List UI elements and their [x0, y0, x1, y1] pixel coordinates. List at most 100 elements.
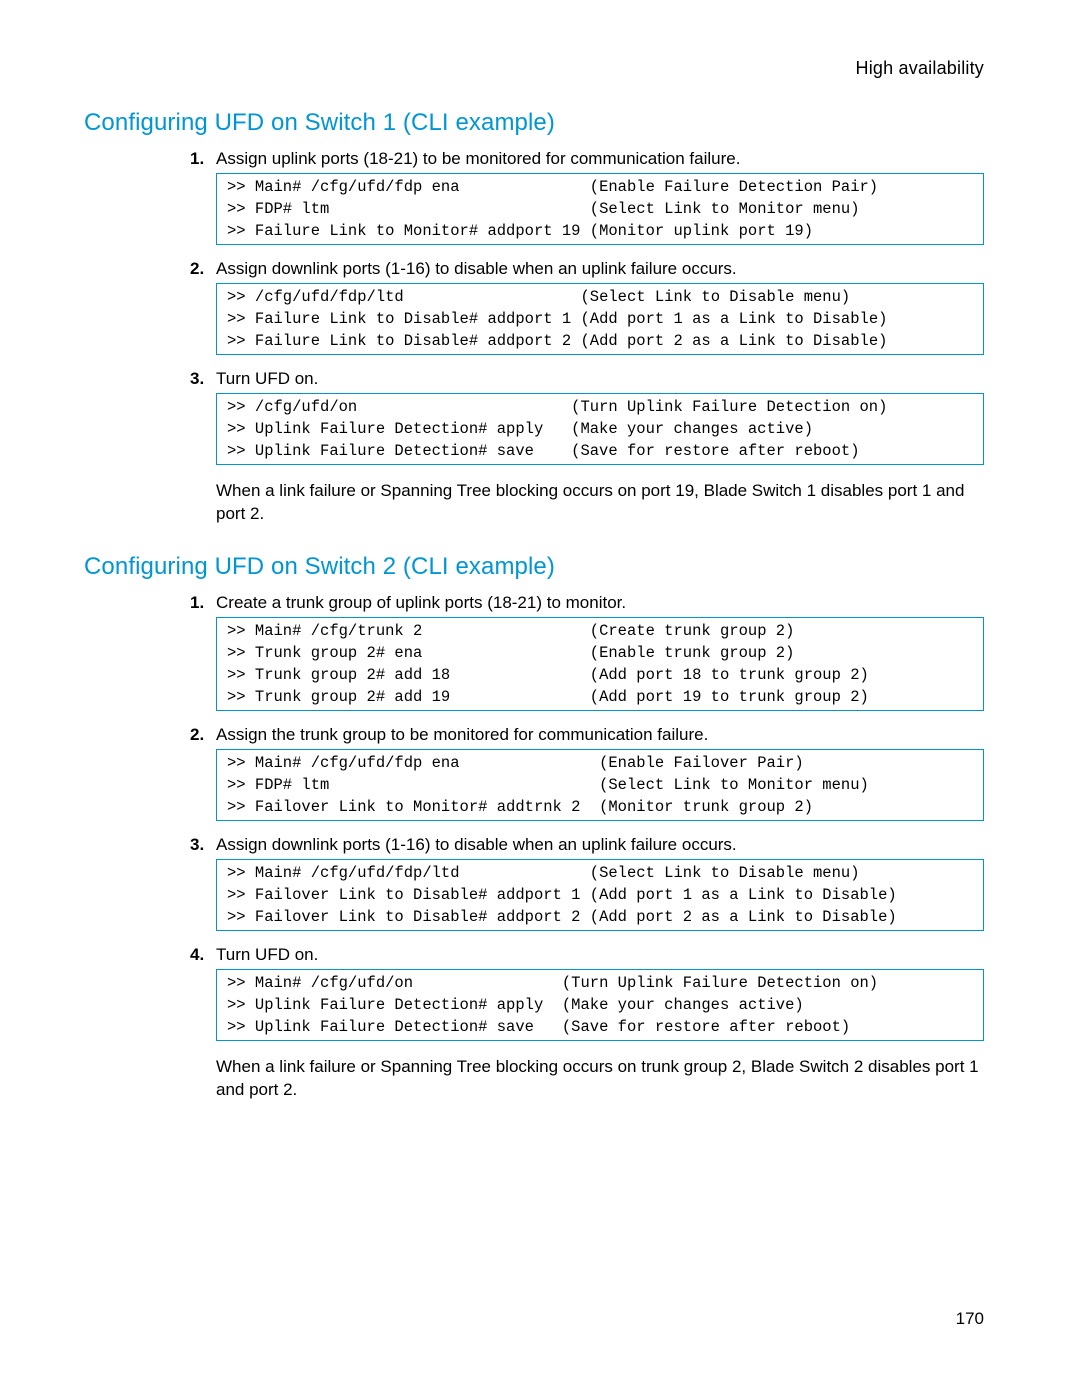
- code-block: >> /cfg/ufd/fdp/ltd (Select Link to Disa…: [216, 283, 984, 355]
- code-row: >> Main# /cfg/ufd/on (Turn Uplink Failur…: [227, 972, 973, 994]
- code-cmd: >> Main# /cfg/trunk 2: [227, 620, 590, 642]
- code-row: >> Failure Link to Disable# addport 1 (A…: [227, 308, 973, 330]
- code-row: >> Failure Link to Monitor# addport 19 (…: [227, 220, 973, 242]
- code-desc: (Enable Failover Pair): [599, 752, 804, 774]
- code-desc: (Turn Uplink Failure Detection on): [562, 972, 878, 994]
- step-number: 1.: [190, 149, 216, 169]
- code-block: >> Main# /cfg/trunk 2 (Create trunk grou…: [216, 617, 984, 711]
- code-row: >> Failure Link to Disable# addport 2 (A…: [227, 330, 973, 352]
- code-desc: (Select Link to Disable menu): [580, 286, 850, 308]
- step-3: 3. Turn UFD on.: [190, 369, 984, 389]
- section2-title: Configuring UFD on Switch 2 (CLI example…: [84, 553, 984, 581]
- code-desc: (Select Link to Monitor menu): [599, 774, 869, 796]
- code-cmd: >> Trunk group 2# add 18: [227, 664, 590, 686]
- code-desc: (Add port 1 as a Link to Disable): [580, 308, 887, 330]
- code-cmd: >> Failover Link to Monitor# addtrnk 2: [227, 796, 599, 818]
- code-cmd: >> Trunk group 2# add 19: [227, 686, 590, 708]
- step-3: 3. Assign downlink ports (1-16) to disab…: [190, 835, 984, 855]
- code-desc: (Add port 18 to trunk group 2): [590, 664, 869, 686]
- step-2: 2. Assign downlink ports (1-16) to disab…: [190, 259, 984, 279]
- code-cmd: >> Failure Link to Monitor# addport 19: [227, 220, 590, 242]
- code-cmd: >> Main# /cfg/ufd/fdp/ltd: [227, 862, 590, 884]
- step-text: Assign downlink ports (1-16) to disable …: [216, 259, 984, 279]
- code-row: >> /cfg/ufd/on (Turn Uplink Failure Dete…: [227, 396, 973, 418]
- step-number: 2.: [190, 725, 216, 745]
- page: High availability Configuring UFD on Swi…: [0, 0, 1080, 1397]
- code-cmd: >> /cfg/ufd/fdp/ltd: [227, 286, 580, 308]
- step-1: 1. Create a trunk group of uplink ports …: [190, 593, 984, 613]
- code-desc: (Monitor uplink port 19): [590, 220, 813, 242]
- code-row: >> Main# /cfg/ufd/fdp/ltd (Select Link t…: [227, 862, 973, 884]
- code-cmd: >> Failover Link to Disable# addport 2: [227, 906, 590, 928]
- code-desc: (Select Link to Disable menu): [590, 862, 860, 884]
- code-row: >> /cfg/ufd/fdp/ltd (Select Link to Disa…: [227, 286, 973, 308]
- code-row: >> Main# /cfg/ufd/fdp ena (Enable Failov…: [227, 752, 973, 774]
- code-row: >> Failover Link to Disable# addport 2 (…: [227, 906, 973, 928]
- step-number: 2.: [190, 259, 216, 279]
- code-cmd: >> FDP# ltm: [227, 774, 599, 796]
- code-cmd: >> Main# /cfg/ufd/on: [227, 972, 562, 994]
- code-cmd: >> Uplink Failure Detection# apply: [227, 994, 562, 1016]
- code-row: >> FDP# ltm (Select Link to Monitor menu…: [227, 774, 973, 796]
- code-desc: (Add port 1 as a Link to Disable): [590, 884, 897, 906]
- step-text: Assign the trunk group to be monitored f…: [216, 725, 984, 745]
- step-1: 1. Assign uplink ports (18-21) to be mon…: [190, 149, 984, 169]
- code-row: >> Main# /cfg/ufd/fdp ena (Enable Failur…: [227, 176, 973, 198]
- step-text: Turn UFD on.: [216, 369, 984, 389]
- section1-title: Configuring UFD on Switch 1 (CLI example…: [84, 109, 984, 137]
- code-block: >> Main# /cfg/ufd/fdp/ltd (Select Link t…: [216, 859, 984, 931]
- code-desc: (Add port 2 as a Link to Disable): [590, 906, 897, 928]
- step-2: 2. Assign the trunk group to be monitore…: [190, 725, 984, 745]
- paragraph: When a link failure or Spanning Tree blo…: [216, 1055, 984, 1101]
- code-row: >> Failover Link to Disable# addport 1 (…: [227, 884, 973, 906]
- code-block: >> Main# /cfg/ufd/fdp ena (Enable Failov…: [216, 749, 984, 821]
- code-cmd: >> /cfg/ufd/on: [227, 396, 571, 418]
- code-desc: (Monitor trunk group 2): [599, 796, 813, 818]
- code-cmd: >> Uplink Failure Detection# apply: [227, 418, 571, 440]
- code-desc: (Select Link to Monitor menu): [590, 198, 860, 220]
- step-number: 3.: [190, 369, 216, 389]
- code-desc: (Make your changes active): [562, 994, 804, 1016]
- code-row: >> Main# /cfg/trunk 2 (Create trunk grou…: [227, 620, 973, 642]
- step-text: Assign uplink ports (18-21) to be monito…: [216, 149, 984, 169]
- code-block: >> Main# /cfg/ufd/on (Turn Uplink Failur…: [216, 969, 984, 1041]
- code-row: >> FDP# ltm (Select Link to Monitor menu…: [227, 198, 973, 220]
- step-number: 4.: [190, 945, 216, 965]
- code-row: >> Trunk group 2# ena (Enable trunk grou…: [227, 642, 973, 664]
- step-4: 4. Turn UFD on.: [190, 945, 984, 965]
- code-desc: (Save for restore after reboot): [562, 1016, 850, 1038]
- step-number: 3.: [190, 835, 216, 855]
- code-row: >> Failover Link to Monitor# addtrnk 2 (…: [227, 796, 973, 818]
- code-row: >> Trunk group 2# add 18 (Add port 18 to…: [227, 664, 973, 686]
- step-text: Turn UFD on.: [216, 945, 984, 965]
- paragraph: When a link failure or Spanning Tree blo…: [216, 479, 984, 525]
- code-desc: (Add port 2 as a Link to Disable): [580, 330, 887, 352]
- code-row: >> Uplink Failure Detection# save (Save …: [227, 440, 973, 462]
- code-cmd: >> Uplink Failure Detection# save: [227, 1016, 562, 1038]
- code-row: >> Uplink Failure Detection# save (Save …: [227, 1016, 973, 1038]
- code-desc: (Enable trunk group 2): [590, 642, 795, 664]
- code-block: >> /cfg/ufd/on (Turn Uplink Failure Dete…: [216, 393, 984, 465]
- code-desc: (Enable Failure Detection Pair): [590, 176, 878, 198]
- code-desc: (Turn Uplink Failure Detection on): [571, 396, 887, 418]
- code-cmd: >> FDP# ltm: [227, 198, 590, 220]
- code-row: >> Uplink Failure Detection# apply (Make…: [227, 994, 973, 1016]
- step-text: Assign downlink ports (1-16) to disable …: [216, 835, 984, 855]
- header-topic: High availability: [84, 58, 984, 79]
- code-row: >> Uplink Failure Detection# apply (Make…: [227, 418, 973, 440]
- code-cmd: >> Uplink Failure Detection# save: [227, 440, 571, 462]
- step-text: Create a trunk group of uplink ports (18…: [216, 593, 984, 613]
- code-desc: (Create trunk group 2): [590, 620, 795, 642]
- code-cmd: >> Main# /cfg/ufd/fdp ena: [227, 176, 590, 198]
- code-desc: (Make your changes active): [571, 418, 813, 440]
- code-cmd: >> Trunk group 2# ena: [227, 642, 590, 664]
- page-number: 170: [956, 1309, 984, 1329]
- code-cmd: >> Failure Link to Disable# addport 1: [227, 308, 580, 330]
- step-number: 1.: [190, 593, 216, 613]
- code-desc: (Add port 19 to trunk group 2): [590, 686, 869, 708]
- code-desc: (Save for restore after reboot): [571, 440, 859, 462]
- code-row: >> Trunk group 2# add 19 (Add port 19 to…: [227, 686, 973, 708]
- code-cmd: >> Main# /cfg/ufd/fdp ena: [227, 752, 599, 774]
- code-cmd: >> Failover Link to Disable# addport 1: [227, 884, 590, 906]
- code-block: >> Main# /cfg/ufd/fdp ena (Enable Failur…: [216, 173, 984, 245]
